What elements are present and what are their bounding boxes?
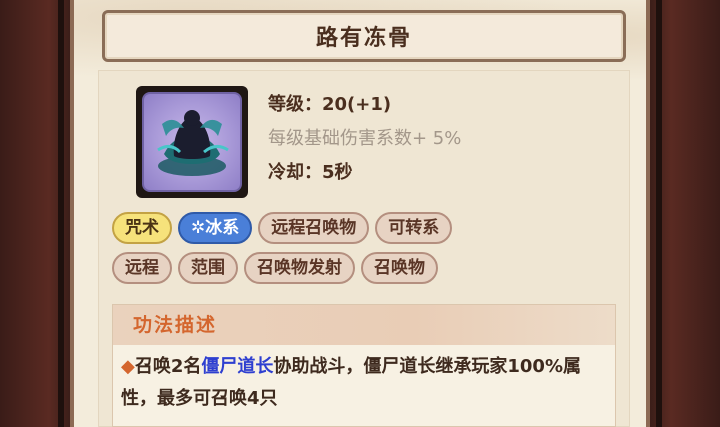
tag-row-2: 远程 范围 召唤物发射 召唤物 (112, 252, 632, 284)
description-part1: 召唤2名 (134, 356, 202, 377)
tag-summon[interactable]: 召唤物 (361, 252, 438, 284)
tag-ranged[interactable]: 远程 (112, 252, 172, 284)
skill-title: 路有冻骨 (315, 26, 412, 51)
tag-summon-launch[interactable]: 召唤物发射 (244, 252, 355, 284)
description-box: 功法描述 ◆召唤2名僵尸道长协助战斗，僵尸道长继承玩家100%属性，最多可召唤4… (112, 304, 616, 427)
title-bar: 路有冻骨 (102, 10, 626, 62)
cooldown-label: 冷却： (268, 162, 322, 183)
bullet-diamond-icon: ◆ (121, 356, 135, 377)
tag-row-1: 咒术 ✲冰系 远程召唤物 可转系 (112, 212, 632, 244)
cooldown-value: 5秒 (322, 162, 353, 183)
summon-ghost-icon (142, 92, 242, 192)
level-line: 等级：20(+1) (268, 88, 461, 122)
description-text: ◆召唤2名僵尸道长协助战斗，僵尸道长继承玩家100%属性，最多可召唤4只 (113, 345, 615, 415)
tag-ranged-summon[interactable]: 远程召唤物 (258, 212, 370, 244)
tag-convertible[interactable]: 可转系 (375, 212, 453, 244)
left-frame-border (0, 0, 70, 427)
level-value: 20(+1) (322, 94, 392, 115)
description-highlight: 僵尸道长 (201, 356, 274, 377)
skill-tags: 咒术 ✲冰系 远程召唤物 可转系 远程 范围 召唤物发射 召唤物 (112, 212, 632, 292)
tag-curse[interactable]: 咒术 (112, 212, 172, 244)
tag-area[interactable]: 范围 (178, 252, 238, 284)
cooldown-line: 冷却：5秒 (268, 156, 461, 190)
right-frame-border (650, 0, 720, 427)
scaling-line: 每级基础伤害系数+ 5% (268, 128, 462, 149)
skill-detail-panel: 路有冻骨 等级：20(+1) 每级基础伤害系数+ 5% 冷却：5秒 咒术 ✲冰系… (70, 0, 650, 427)
description-header: 功法描述 (113, 305, 615, 345)
tag-ice[interactable]: ✲冰系 (178, 212, 253, 244)
skill-stats: 等级：20(+1) 每级基础伤害系数+ 5% 冷却：5秒 (268, 88, 461, 190)
skill-icon-frame (136, 86, 248, 198)
level-label: 等级： (268, 94, 322, 115)
